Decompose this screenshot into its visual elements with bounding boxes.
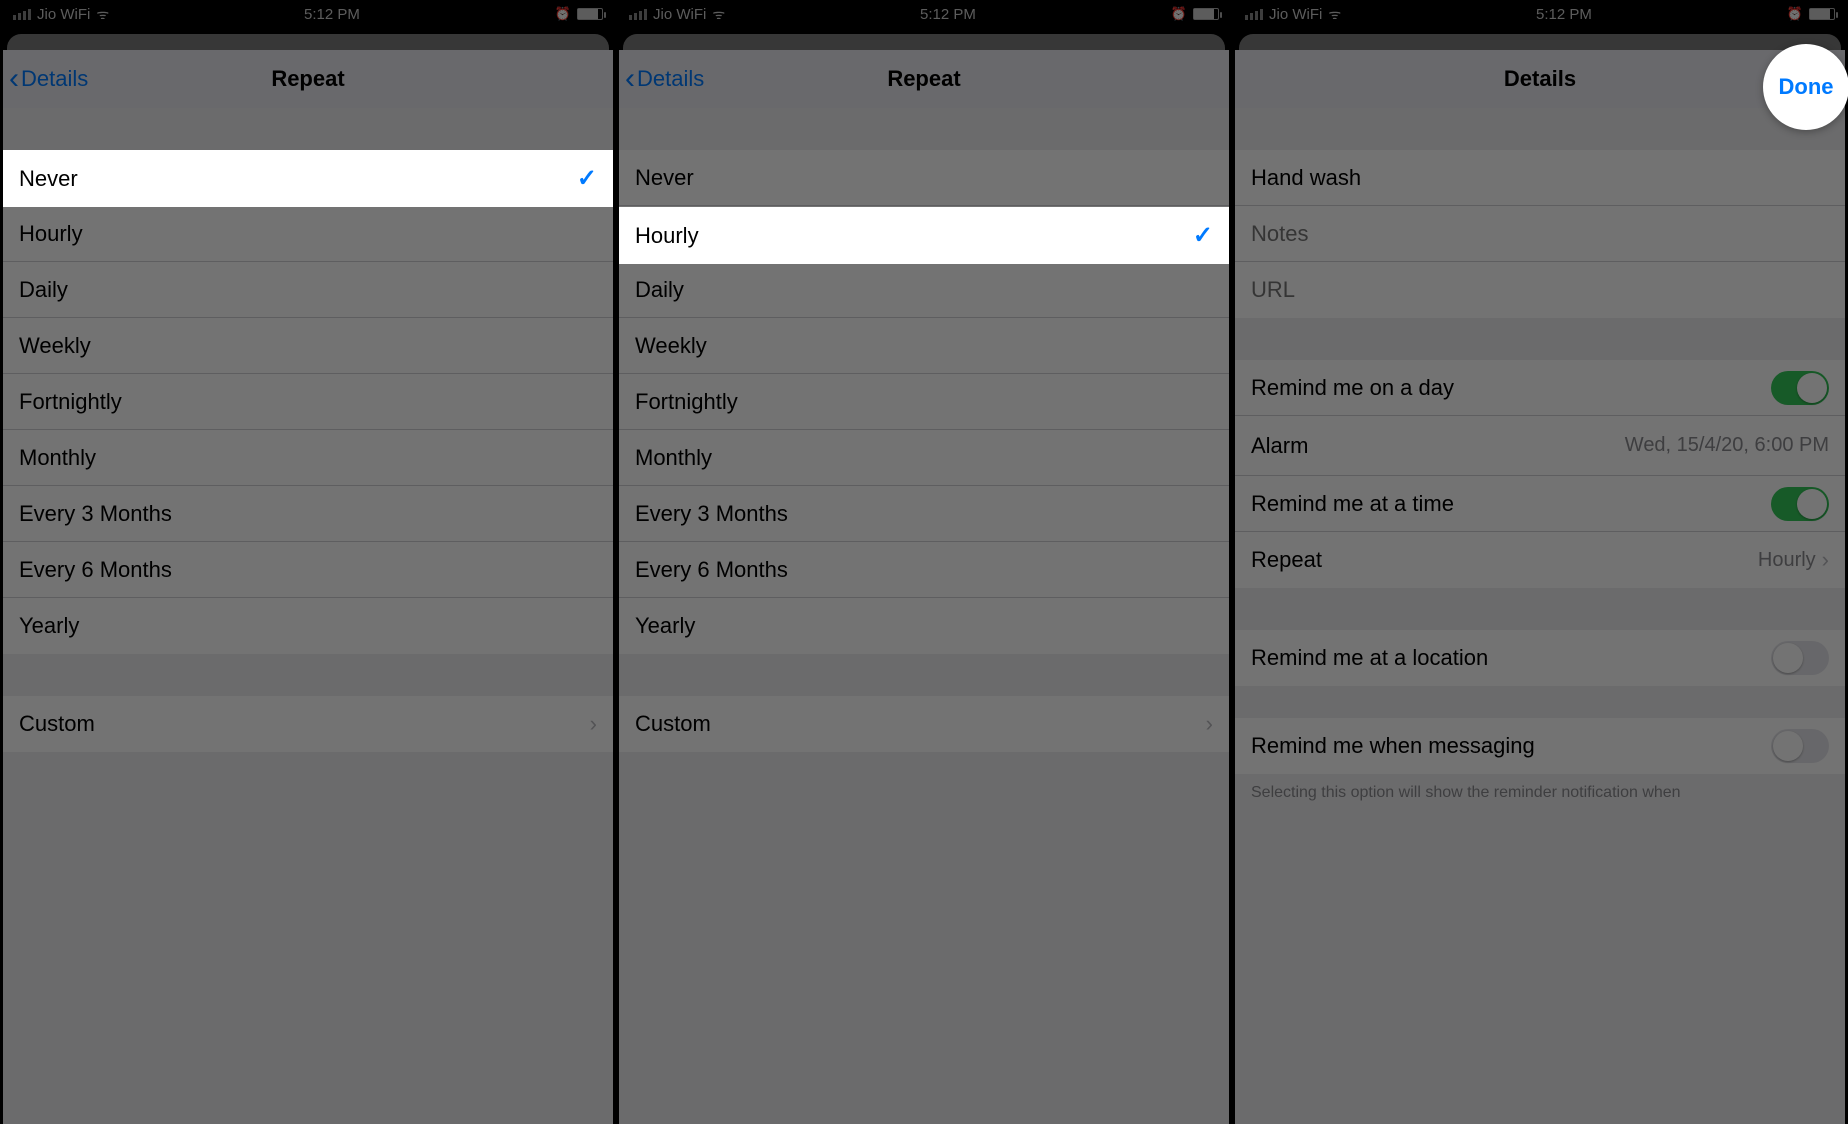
- nav-header: ‹ Details Repeat: [619, 50, 1229, 108]
- clock-label: 5:12 PM: [304, 6, 360, 23]
- battery-icon: [577, 8, 603, 20]
- remind-time-row: Remind me at a time: [1235, 476, 1845, 532]
- sheet-grabber: [623, 34, 1225, 50]
- reminder-title-field[interactable]: [1235, 150, 1845, 206]
- back-label: Details: [21, 66, 88, 92]
- option-weekly[interactable]: Weekly: [3, 318, 613, 374]
- signal-icon: [629, 9, 647, 20]
- wifi-icon: ᯤ: [96, 5, 109, 24]
- chevron-left-icon: ‹: [625, 64, 635, 94]
- highlighted-option-hourly[interactable]: Hourly ✓: [619, 207, 1229, 264]
- phone-3-details: Jio WiFi ᯤ 5:12 PM ⏰ Details Done: [1232, 0, 1848, 1124]
- option-hourly[interactable]: Hourly: [3, 206, 613, 262]
- option-monthly[interactable]: Monthly: [3, 430, 613, 486]
- remind-day-row: Remind me on a day: [1235, 360, 1845, 416]
- option-never[interactable]: Never: [619, 150, 1229, 206]
- option-custom[interactable]: Custom ›: [619, 696, 1229, 752]
- phone-2-repeat-hourly: Jio WiFi ᯤ 5:12 PM ⏰ ‹ Details Repeat Ne…: [616, 0, 1232, 1124]
- alarm-label: Alarm: [1251, 433, 1308, 459]
- back-label: Details: [637, 66, 704, 92]
- back-button[interactable]: ‹ Details: [9, 64, 88, 94]
- remind-time-label: Remind me at a time: [1251, 491, 1454, 517]
- chevron-right-icon: ›: [590, 711, 597, 737]
- status-bar: Jio WiFi ᯤ 5:12 PM ⏰: [3, 0, 613, 28]
- remind-location-toggle[interactable]: [1771, 641, 1829, 675]
- highlighted-option-never[interactable]: Never ✓: [3, 150, 613, 207]
- option-yearly[interactable]: Yearly: [619, 598, 1229, 654]
- remind-location-label: Remind me at a location: [1251, 645, 1488, 671]
- remind-messaging-row: Remind me when messaging: [1235, 718, 1845, 774]
- clock-label: 5:12 PM: [920, 6, 976, 23]
- option-6months[interactable]: Every 6 Months: [3, 542, 613, 598]
- option-3months[interactable]: Every 3 Months: [3, 486, 613, 542]
- remind-messaging-toggle[interactable]: [1771, 729, 1829, 763]
- custom-section: Custom ›: [619, 696, 1229, 752]
- repeat-value: Hourly: [1758, 549, 1816, 572]
- phone-1-repeat-never: Jio WiFi ᯤ 5:12 PM ⏰ ‹ Details Repeat Ne…: [0, 0, 616, 1124]
- chevron-right-icon: ›: [1206, 711, 1213, 737]
- carrier-label: Jio WiFi: [1269, 6, 1322, 23]
- status-bar: Jio WiFi ᯤ 5:12 PM ⏰: [619, 0, 1229, 28]
- battery-icon: [1193, 8, 1219, 20]
- sheet-grabber: [7, 34, 609, 50]
- remind-messaging-label: Remind me when messaging: [1251, 733, 1535, 759]
- page-title: Repeat: [887, 66, 960, 92]
- signal-icon: [13, 9, 31, 20]
- option-3months[interactable]: Every 3 Months: [619, 486, 1229, 542]
- checkmark-icon: ✓: [1193, 221, 1213, 250]
- done-button-highlight[interactable]: Done: [1763, 44, 1848, 130]
- remind-location-row: Remind me at a location: [1235, 630, 1845, 686]
- chevron-right-icon: ›: [1822, 547, 1829, 573]
- alarm-icon: ⏰: [1171, 6, 1187, 22]
- messaging-footnote: Selecting this option will show the remi…: [1235, 774, 1845, 812]
- page-title: Repeat: [271, 66, 344, 92]
- chevron-left-icon: ‹: [9, 64, 19, 94]
- reminder-title-input[interactable]: [1251, 165, 1829, 191]
- option-fortnightly[interactable]: Fortnightly: [619, 374, 1229, 430]
- back-button[interactable]: ‹ Details: [625, 64, 704, 94]
- checkmark-icon: ✓: [577, 164, 597, 193]
- wifi-icon: ᯤ: [712, 5, 725, 24]
- option-fortnightly[interactable]: Fortnightly: [3, 374, 613, 430]
- repeat-options-list: Never Hourly Daily Weekly Fortnightly Mo…: [3, 150, 613, 654]
- repeat-row[interactable]: Repeat Hourly ›: [1235, 532, 1845, 588]
- nav-header: ‹ Details Repeat: [3, 50, 613, 108]
- option-6months[interactable]: Every 6 Months: [619, 542, 1229, 598]
- custom-section: Custom ›: [3, 696, 613, 752]
- url-input[interactable]: [1251, 277, 1829, 303]
- clock-label: 5:12 PM: [1536, 6, 1592, 23]
- remind-time-toggle[interactable]: [1771, 487, 1829, 521]
- carrier-label: Jio WiFi: [37, 6, 90, 23]
- page-title: Details: [1504, 66, 1576, 92]
- option-daily[interactable]: Daily: [619, 262, 1229, 318]
- remind-day-toggle[interactable]: [1771, 371, 1829, 405]
- sheet-grabber: [1239, 34, 1841, 50]
- wifi-icon: ᯤ: [1328, 5, 1341, 24]
- url-field[interactable]: [1235, 262, 1845, 318]
- alarm-row[interactable]: Alarm Wed, 15/4/20, 6:00 PM: [1235, 416, 1845, 476]
- notes-input[interactable]: [1251, 221, 1829, 247]
- signal-icon: [1245, 9, 1263, 20]
- content: Never Hourly Daily Weekly Fortnightly Mo…: [3, 108, 613, 1124]
- notes-field[interactable]: [1235, 206, 1845, 262]
- option-monthly[interactable]: Monthly: [619, 430, 1229, 486]
- alarm-icon: ⏰: [555, 6, 571, 22]
- option-yearly[interactable]: Yearly: [3, 598, 613, 654]
- repeat-label: Repeat: [1251, 547, 1322, 573]
- alarm-value: Wed, 15/4/20, 6:00 PM: [1625, 434, 1829, 457]
- alarm-icon: ⏰: [1787, 6, 1803, 22]
- content: Remind me on a day Alarm Wed, 15/4/20, 6…: [1235, 108, 1845, 1124]
- nav-header: Details Done: [1235, 50, 1845, 108]
- carrier-label: Jio WiFi: [653, 6, 706, 23]
- option-daily[interactable]: Daily: [3, 262, 613, 318]
- battery-icon: [1809, 8, 1835, 20]
- option-custom[interactable]: Custom ›: [3, 696, 613, 752]
- status-bar: Jio WiFi ᯤ 5:12 PM ⏰: [1235, 0, 1845, 28]
- option-weekly[interactable]: Weekly: [619, 318, 1229, 374]
- remind-day-label: Remind me on a day: [1251, 375, 1454, 401]
